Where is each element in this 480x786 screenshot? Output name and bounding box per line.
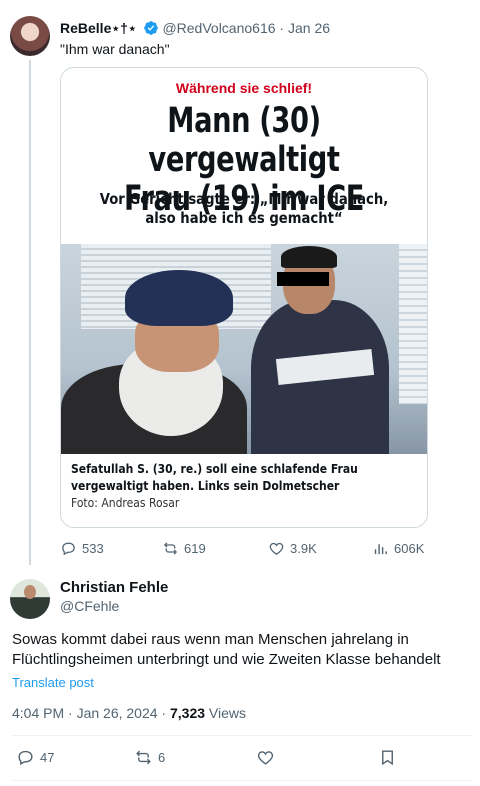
verified-badge-icon (143, 20, 159, 39)
separator-dot: · (279, 20, 285, 36)
reply-button[interactable]: 533 (60, 540, 104, 557)
window-blind-right (399, 244, 427, 404)
quoted-tweet-actions: 533 619 3.9K 606K (60, 540, 430, 560)
main-tweet-actions: 47 6 (12, 748, 472, 770)
bookmark-button[interactable] (378, 748, 397, 767)
avatar[interactable] (10, 16, 50, 56)
divider (12, 780, 472, 781)
like-button[interactable]: 3.9K (268, 540, 317, 557)
media-caption: Sefatullah S. (30, re.) soll eine schlaf… (71, 462, 358, 493)
media-credit: Foto: Andreas Rosar (71, 496, 180, 510)
heart-icon (269, 542, 284, 555)
repost-button[interactable]: 619 (162, 540, 206, 557)
user-handle[interactable]: @CFehle (60, 598, 119, 614)
tweet-text: Sowas kommt dabei raus wenn man Menschen… (12, 631, 441, 668)
media-headline-line1: Mann (30) vergewaltigt (148, 101, 340, 180)
reply-icon (18, 750, 33, 766)
tweet-header: ReBelle⋆†⋆ @RedVolcano616 · Jan 26 (60, 20, 330, 39)
reply-count: 47 (40, 750, 55, 765)
repost-count: 6 (158, 750, 166, 765)
reply-icon (62, 542, 75, 556)
interpreter-turban (125, 270, 233, 326)
heart-icon (257, 751, 274, 765)
tweet-text: "Ihm war danach" (60, 41, 170, 57)
like-count: 3.9K (290, 541, 317, 556)
reply-count: 533 (82, 541, 104, 556)
censor-bar (277, 272, 329, 286)
post-date[interactable]: Jan 26 (288, 20, 330, 36)
media-subheadline: Vor Gericht sagte er: „Mir war danach, a… (99, 190, 389, 227)
repost-button[interactable]: 6 (134, 748, 165, 767)
reply-button[interactable]: 47 (16, 748, 54, 767)
repost-icon (136, 750, 151, 765)
analytics-icon (374, 544, 387, 555)
post-metadata: 4:04 PM · Jan 26, 2024 · 7,323 Views (12, 705, 246, 721)
translate-post-link[interactable]: Translate post (12, 675, 94, 690)
view-count: 606K (394, 541, 425, 556)
post-timestamp[interactable]: 4:04 PM · Jan 26, 2024 · (12, 705, 170, 721)
views-label: Views (205, 705, 247, 721)
repost-icon (163, 542, 178, 555)
defendant-hair (281, 246, 337, 268)
user-handle[interactable]: @RedVolcano616 (162, 20, 275, 36)
thread-connector-line (29, 60, 31, 565)
avatar[interactable] (10, 579, 50, 619)
tweet-header: Christian Fehle (60, 579, 168, 597)
display-name[interactable]: Christian Fehle (60, 579, 168, 596)
bookmark-icon (382, 750, 393, 766)
media-image[interactable]: Während sie schlief! Mann (30) vergewalt… (60, 67, 428, 528)
media-kicker: Während sie schlief! (175, 80, 313, 96)
view-count: 7,323 (169, 705, 206, 721)
repost-count: 619 (184, 541, 206, 556)
display-name[interactable]: ReBelle⋆†⋆ (60, 20, 137, 36)
views-button[interactable]: 606K (372, 540, 424, 557)
like-button[interactable] (256, 748, 275, 767)
divider (12, 735, 472, 736)
news-photo (61, 244, 427, 454)
